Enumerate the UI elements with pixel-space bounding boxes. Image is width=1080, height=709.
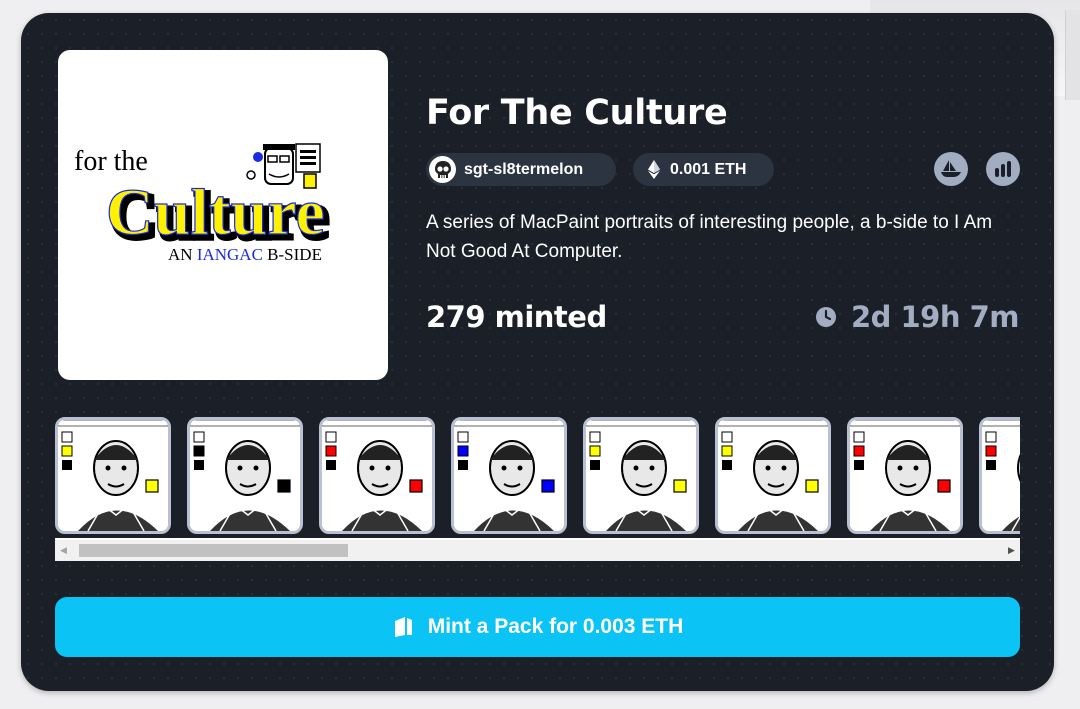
portrait-gallery[interactable]: ◀ ▶ [55,416,1020,561]
scrollbar-thumb[interactable] [79,544,348,557]
price-label: 0.001 ETH [670,160,747,178]
portrait-1[interactable] [55,417,171,534]
portrait-2[interactable] [187,417,303,534]
ethereum-icon [648,160,660,179]
cover-subtitle: AN IANGAC B-SIDE [168,245,322,264]
creator-name: sgt-sl8termelon [464,160,584,178]
portrait-7[interactable] [847,417,963,534]
svg-text:Culture: Culture [106,176,325,249]
opensea-boat-icon[interactable] [934,152,968,186]
scroll-right-arrow-icon[interactable]: ▶ [1003,540,1020,561]
creator-pill[interactable]: sgt-sl8termelon [426,153,616,186]
collection-card: for the Culture Culture Culture AN IANGA… [21,13,1054,691]
minted-count: 279 minted [426,300,607,334]
collection-description: A series of MacPaint portraits of intere… [426,212,993,262]
skull-avatar-icon [429,156,456,183]
collection-title: For The Culture [426,93,728,133]
time-remaining: 2d 19h 7m [815,300,1020,334]
portrait-6[interactable] [715,417,831,534]
mint-pack-button[interactable]: Mint a Pack for 0.003 ETH [55,597,1020,657]
thumbnail-track [55,416,1020,538]
portrait-4[interactable] [451,417,567,534]
price-pill: 0.001 ETH [633,153,774,186]
clock-icon [815,306,837,328]
stats-chart-icon[interactable] [986,152,1020,186]
cover-culture-word: Culture Culture Culture [105,175,331,255]
portrait-8[interactable] [979,417,1020,534]
portrait-3[interactable] [319,417,435,534]
collection-cover-image: for the Culture Culture Culture AN IANGA… [58,50,388,380]
time-remaining-value: 2d 19h 7m [850,300,1020,334]
gallery-scrollbar[interactable]: ◀ ▶ [55,540,1020,561]
pack-icon [392,616,414,638]
portrait-5[interactable] [583,417,699,534]
scroll-left-arrow-icon[interactable]: ◀ [55,540,72,561]
cover-text-for-the: for the [74,146,148,177]
mint-pack-label: Mint a Pack for 0.003 ETH [427,615,684,638]
